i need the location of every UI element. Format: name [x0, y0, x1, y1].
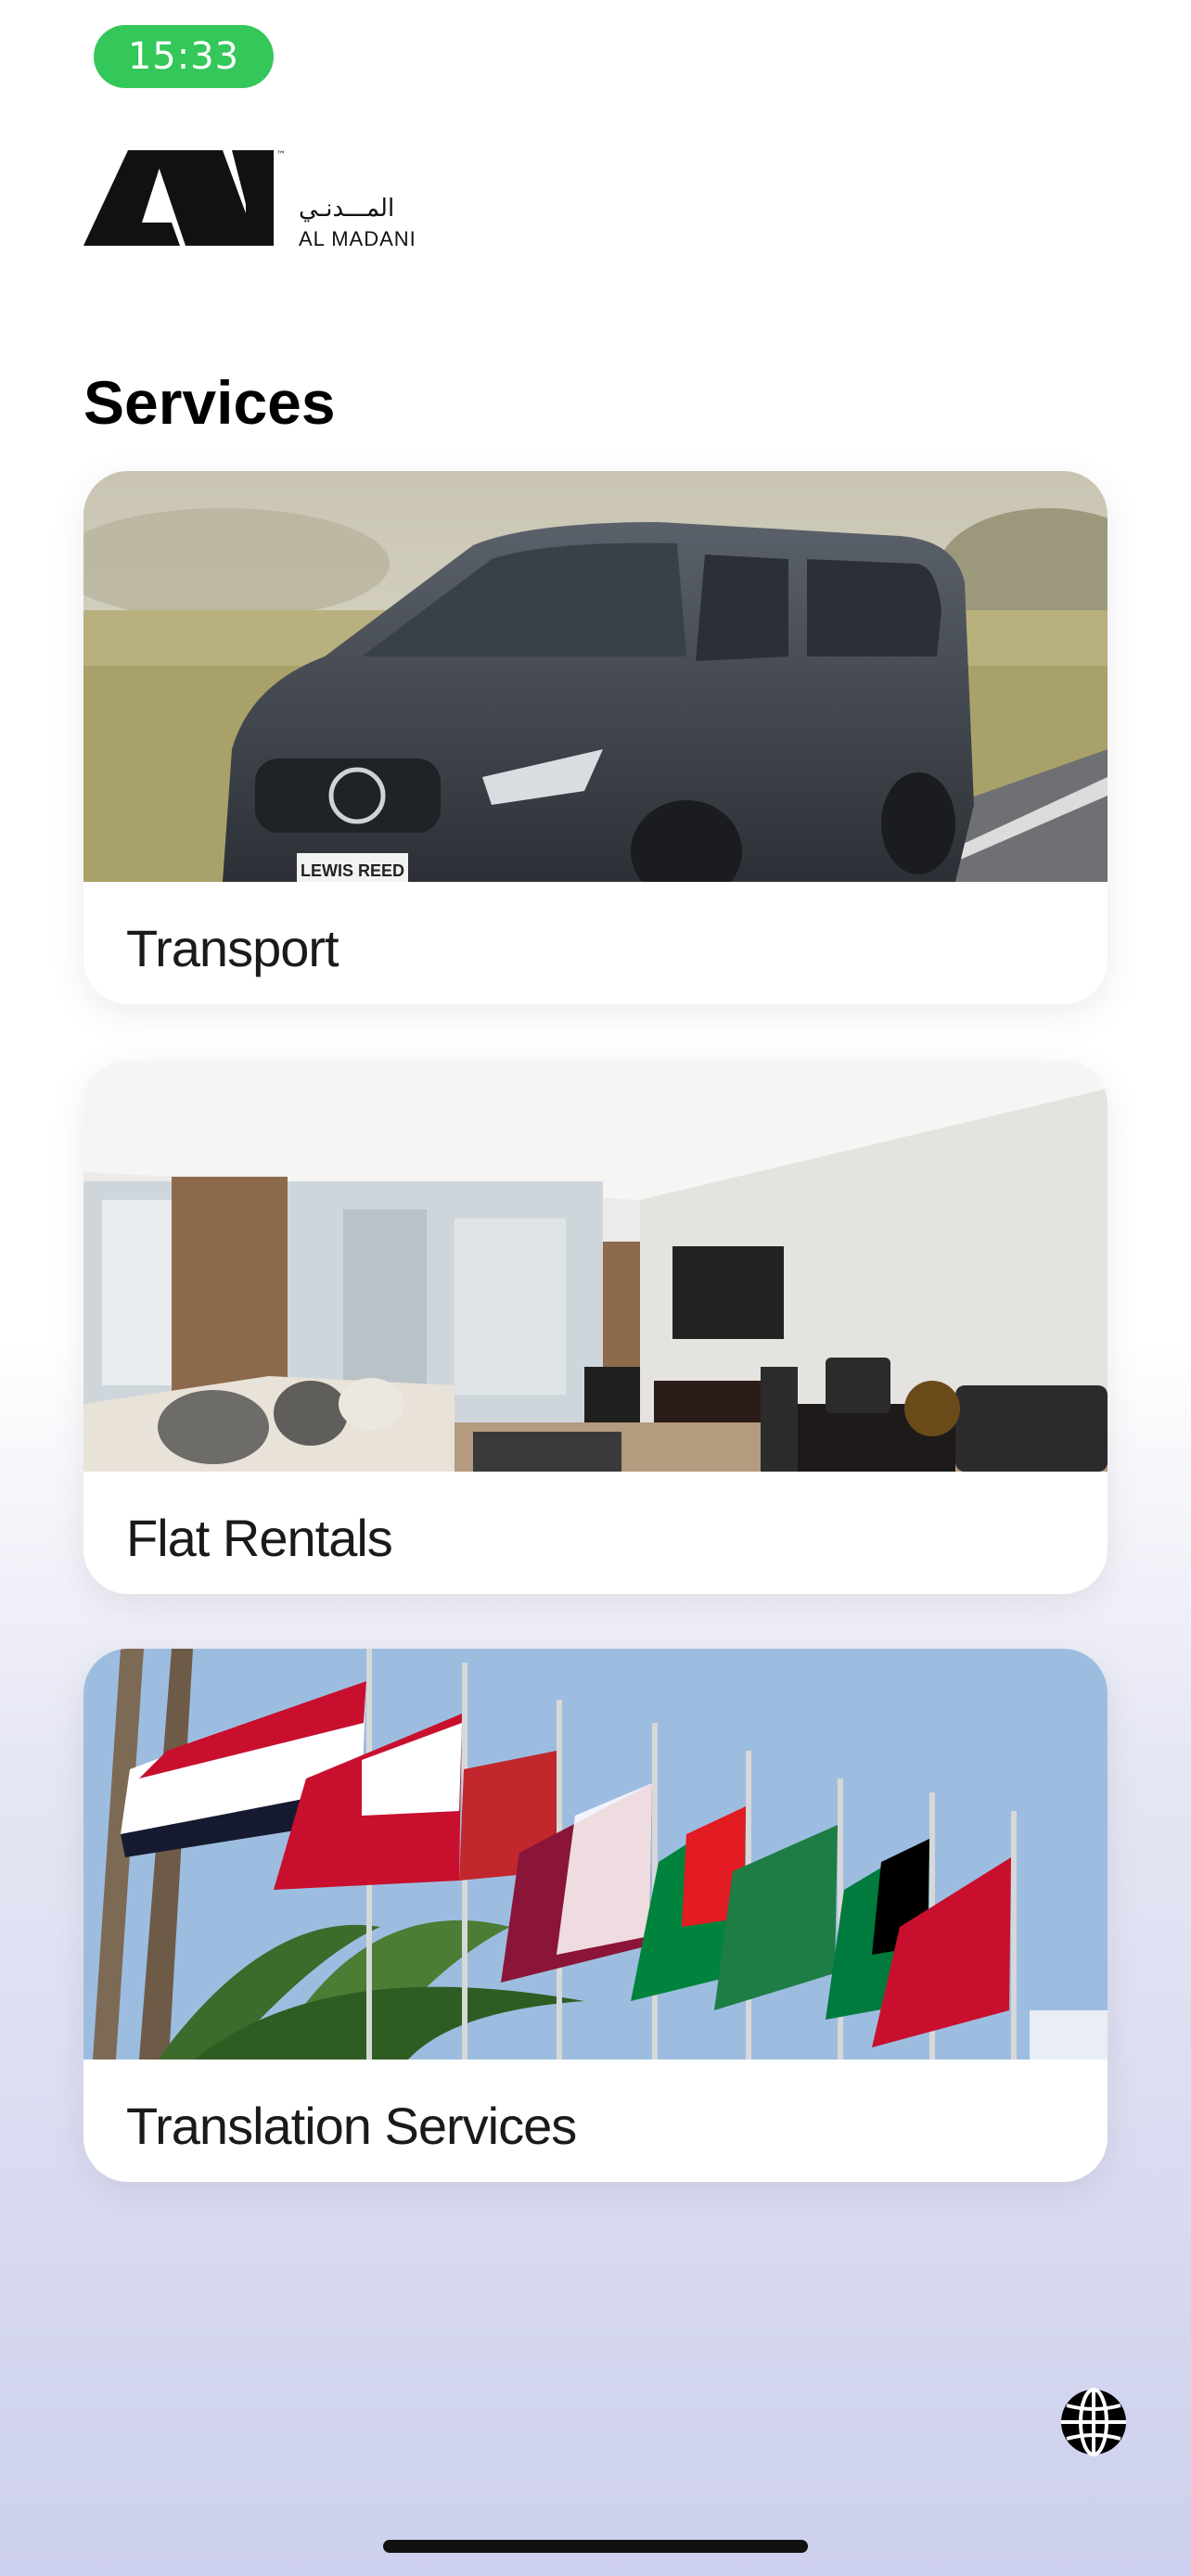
service-label: Flat Rentals — [126, 1509, 393, 1567]
svg-text:™: ™ — [276, 150, 286, 160]
living-room-photo — [83, 1061, 1108, 1472]
service-card-flat-rentals[interactable]: Flat Rentals — [83, 1061, 1108, 1594]
service-card-translation[interactable]: Translation Services — [83, 1649, 1108, 2182]
flags-photo — [83, 1649, 1108, 2060]
logo-latin-text: AL MADANI — [299, 227, 416, 250]
page-title: Services — [83, 368, 336, 437]
globe-icon[interactable] — [1058, 2387, 1129, 2457]
service-label: Transport — [126, 919, 339, 977]
svg-text:LEWIS REED: LEWIS REED — [301, 861, 404, 880]
logo-arabic-text: المـــدنـي — [299, 195, 395, 223]
service-label: Translation Services — [126, 2097, 577, 2155]
home-indicator[interactable] — [383, 2540, 808, 2553]
status-time: 15:33 — [94, 25, 274, 88]
service-card-transport[interactable]: LEWIS REED Transport — [83, 471, 1108, 1004]
van-photo: LEWIS REED — [83, 471, 1108, 882]
